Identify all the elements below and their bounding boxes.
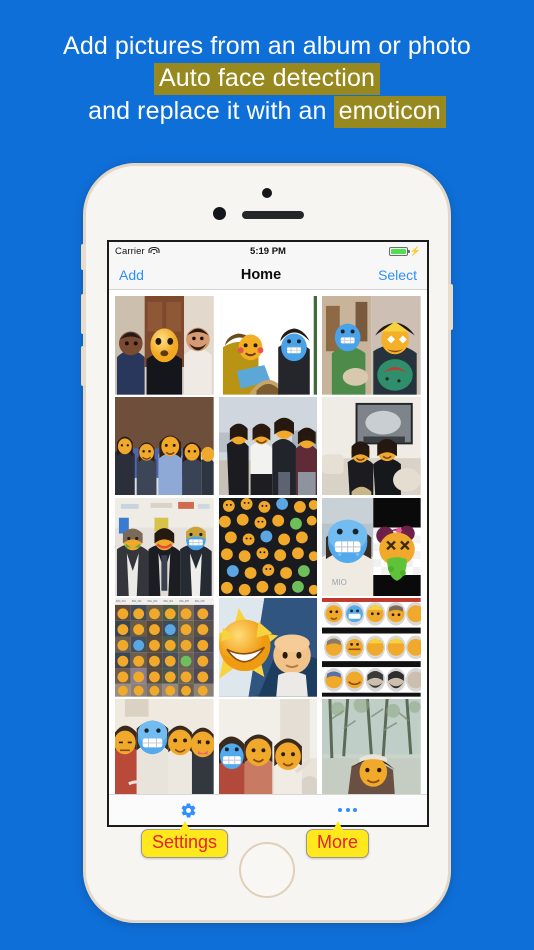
svg-text:IMG_004: IMG_004	[163, 600, 173, 603]
volume-up-button[interactable]	[81, 294, 86, 334]
svg-text:IMG_006: IMG_006	[195, 600, 205, 603]
promo-header: Add pictures from an album or photo Auto…	[0, 0, 534, 150]
status-bar-right: ⚡	[388, 245, 421, 256]
tab-more[interactable]	[268, 808, 427, 812]
power-button[interactable]	[448, 284, 453, 330]
svg-text:IMG_003: IMG_003	[148, 600, 158, 603]
promo-line-1: Add pictures from an album or photo	[63, 32, 471, 60]
svg-text:IMG_002: IMG_002	[132, 600, 142, 603]
tab-bar	[109, 794, 427, 825]
proximity-sensor-icon	[213, 207, 226, 220]
svg-text:IMG_005: IMG_005	[179, 600, 189, 603]
svg-text:IMG_001: IMG_001	[116, 600, 126, 603]
promo-line-3-prefix: and replace it with an	[88, 97, 334, 125]
gear-icon	[181, 802, 196, 818]
add-button[interactable]: Add	[119, 267, 144, 283]
photo-thumbnail-1[interactable]	[115, 296, 214, 395]
earpiece-speaker-icon	[242, 211, 304, 219]
photo-thumbnail-7[interactable]	[115, 497, 214, 597]
photo-thumbnail-8[interactable]	[218, 497, 318, 597]
iphone-device-frame: Carrier 5:19 PM ⚡ Add Home Select MIO IM…	[81, 163, 453, 923]
front-camera-icon	[262, 188, 272, 198]
battery-full-icon	[388, 246, 410, 256]
callout-more: More	[306, 821, 370, 858]
volume-down-button[interactable]	[81, 346, 86, 386]
lightning-bolt-icon: ⚡	[409, 245, 421, 256]
tab-settings[interactable]	[109, 802, 268, 819]
photo-thumbnail-15[interactable]	[322, 699, 421, 794]
photo-thumbnail-12[interactable]	[322, 598, 421, 698]
promo-line-2: Auto face detection	[154, 62, 380, 95]
photo-thumbnail-9[interactable]: MIO	[322, 497, 421, 597]
home-button[interactable]	[239, 842, 295, 898]
navigation-bar: Add Home Select	[109, 260, 427, 290]
page-title: Home	[240, 266, 282, 283]
status-bar: Carrier 5:19 PM ⚡	[109, 242, 427, 260]
photo-thumbnail-4[interactable]	[115, 396, 214, 496]
photo-thumbnail-6[interactable]	[322, 396, 421, 496]
photo-thumbnail-13[interactable]	[115, 699, 214, 794]
photo-thumbnail-11[interactable]	[218, 598, 318, 698]
silent-switch-button[interactable]	[81, 244, 86, 270]
photo-thumbnail-14[interactable]	[218, 699, 318, 794]
device-screen: Carrier 5:19 PM ⚡ Add Home Select MIO IM…	[107, 240, 429, 827]
status-bar-time: 5:19 PM	[250, 245, 286, 257]
callout-settings: Settings	[141, 821, 229, 858]
svg-text:MIO: MIO	[332, 577, 347, 586]
photo-thumbnail-2[interactable]	[218, 296, 318, 395]
ellipsis-icon	[338, 808, 357, 812]
promo-highlight-auto-face-detection: Auto face detection	[154, 63, 380, 95]
photo-thumbnail-5[interactable]	[218, 396, 318, 496]
photo-grid[interactable]: MIO IMG_001 IMG_002 IMG_003 IMG_004 IMG_…	[109, 290, 427, 794]
photo-thumbnail-10[interactable]: IMG_001 IMG_002 IMG_003 IMG_004 IMG_005 IMG_…	[115, 598, 214, 698]
promo-line-3: and replace it with an emoticon	[88, 95, 446, 128]
select-button[interactable]: Select	[378, 267, 417, 283]
photo-thumbnail-3[interactable]	[322, 296, 421, 395]
promo-highlight-emoticon: emoticon	[333, 96, 446, 128]
